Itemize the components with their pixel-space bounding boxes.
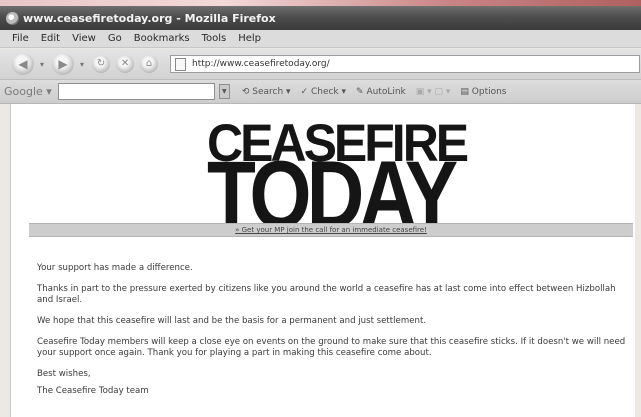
- message-body: Your support has made a difference. Than…: [37, 263, 627, 407]
- search-dropdown-icon[interactable]: ▼: [218, 84, 230, 99]
- google-logo[interactable]: Google ▾: [4, 85, 52, 98]
- disabled-toolbar-items: ▣ ▾ ▢ ▾: [415, 86, 451, 97]
- paragraph: Thanks in part to the pressure exerted b…: [37, 284, 616, 305]
- paragraph: Your support has made a difference.: [37, 263, 193, 273]
- search-label: Search: [252, 86, 284, 97]
- navigation-toolbar: ◀ ▾ ▶ ▾ ↻ ✕ ⌂ http://www.ceasefiretoday.…: [0, 49, 641, 80]
- home-icon[interactable]: ⌂: [140, 55, 159, 73]
- google-search-button[interactable]: ⟲ Search ▾: [242, 87, 291, 97]
- signature: The Ceasefire Today team: [37, 386, 149, 396]
- menu-file[interactable]: File: [12, 33, 29, 44]
- check-label: Check: [310, 86, 339, 97]
- menu-tools[interactable]: Tools: [202, 33, 227, 44]
- page-icon: [175, 57, 187, 71]
- menu-help[interactable]: Help: [238, 33, 261, 44]
- window-titlebar: www.ceasefiretoday.org - Mozilla Firefox: [0, 6, 641, 30]
- menu-view[interactable]: View: [72, 33, 96, 44]
- reload-icon[interactable]: ↻: [92, 55, 111, 73]
- address-url: http://www.ceasefiretoday.org/: [192, 59, 330, 69]
- back-dropdown-icon[interactable]: ▾: [40, 60, 44, 69]
- address-bar[interactable]: http://www.ceasefiretoday.org/: [170, 55, 641, 73]
- google-search-input[interactable]: [57, 83, 215, 100]
- ceasefire-today-logo: CEASEFIRE TODAY: [207, 117, 469, 243]
- sign-off: Best wishes,: [37, 369, 91, 379]
- google-logo-text: Google: [4, 85, 43, 98]
- stop-icon[interactable]: ✕: [116, 55, 135, 73]
- forward-icon[interactable]: ▶: [52, 53, 75, 75]
- banner-ribbon: » Get your MP join the call for an immed…: [29, 223, 633, 237]
- options-button[interactable]: ▤ Options: [460, 87, 506, 97]
- autolink-button[interactable]: ✎ AutoLink: [356, 87, 406, 97]
- menu-bar: File Edit View Go Bookmarks Tools Help: [0, 30, 641, 48]
- menu-edit[interactable]: Edit: [41, 33, 60, 44]
- page-content: CEASEFIRE TODAY » Get your MP join the c…: [10, 104, 635, 417]
- forward-dropdown-icon[interactable]: ▾: [80, 60, 84, 69]
- options-label: Options: [471, 86, 507, 97]
- check-button[interactable]: ✓ Check ▾: [301, 87, 346, 97]
- menu-bookmarks[interactable]: Bookmarks: [134, 33, 190, 44]
- paragraph: We hope that this ceasefire will last an…: [37, 316, 427, 326]
- mp-call-link[interactable]: » Get your MP join the call for an immed…: [235, 226, 427, 234]
- google-toolbar: Google ▾ ▼ ⟲ Search ▾ ✓ Check ▾ ✎ AutoLi…: [0, 80, 641, 104]
- window-title: www.ceasefiretoday.org - Mozilla Firefox: [23, 11, 276, 25]
- firefox-icon: [6, 11, 19, 25]
- paragraph: Ceasefire Today members will keep a clos…: [37, 337, 626, 358]
- menu-go[interactable]: Go: [108, 33, 122, 44]
- back-icon[interactable]: ◀: [12, 53, 34, 75]
- autolink-label: AutoLink: [366, 86, 406, 97]
